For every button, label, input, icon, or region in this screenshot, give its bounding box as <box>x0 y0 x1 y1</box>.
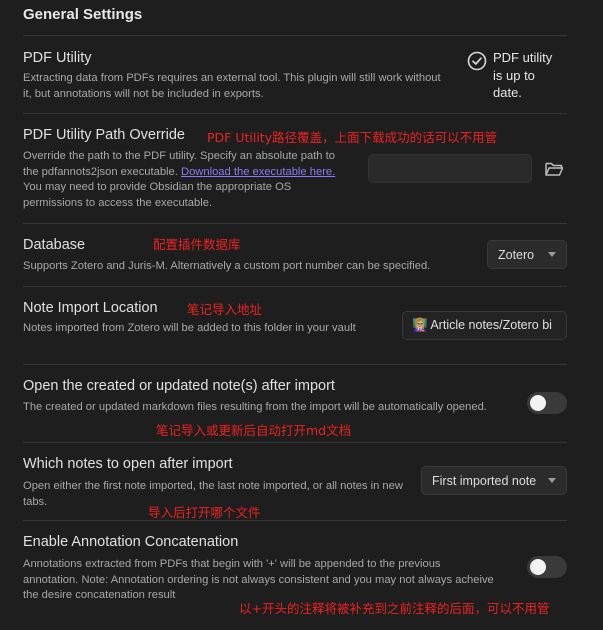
divider <box>23 442 567 443</box>
pdf-utility-status: PDF utility is up to date. <box>467 49 567 102</box>
setting-name-pdf-utility: PDF Utility <box>23 50 92 66</box>
divider <box>23 520 567 521</box>
database-select[interactable]: Zotero <box>487 240 567 269</box>
setting-name-concatenation: Enable Annotation Concatenation <box>23 534 239 550</box>
setting-name-which-notes: Which notes to open after import <box>23 456 233 472</box>
check-circle-icon <box>467 51 487 71</box>
annotation-note: 笔记导入地址 <box>187 302 263 317</box>
setting-name-note-import: Note Import Location <box>23 300 158 316</box>
folder-icon[interactable] <box>544 160 564 178</box>
setting-name-path-override: PDF Utility Path Override <box>23 127 185 143</box>
section-heading: General Settings <box>23 6 143 23</box>
divider <box>23 35 567 36</box>
setting-desc-pdf-utility: Extracting data from PDFs requires an ex… <box>23 72 441 100</box>
note-import-location-input[interactable]: 👩🏼‍🏫 Article notes/Zotero bi <box>402 311 567 340</box>
setting-desc-database: Supports Zotero and Juris-M. Alternative… <box>23 260 431 272</box>
setting-name-database: Database <box>23 237 86 253</box>
chevron-down-icon <box>548 252 556 257</box>
download-executable-link[interactable]: Download the executable here. <box>181 166 335 178</box>
setting-desc-open-after-import: The created or updated markdown files re… <box>23 401 487 413</box>
setting-desc-path-override: Override the path to the PDF utility. Sp… <box>23 150 336 209</box>
divider <box>23 364 567 365</box>
annotation-note: 以+开头的注释将被补充到之前注释的后面，可以不用管 <box>239 601 550 616</box>
divider <box>23 113 567 114</box>
chevron-down-icon <box>548 478 556 483</box>
setting-desc-note-import: Notes imported from Zotero will be added… <box>23 322 356 334</box>
annotation-note: 配置插件数据库 <box>153 237 241 252</box>
setting-desc-concatenation: Annotations extracted from PDFs that beg… <box>23 558 494 601</box>
open-after-import-toggle[interactable] <box>527 392 567 414</box>
pdf-utility-path-input[interactable] <box>368 154 532 183</box>
annotation-note: PDF Utility路径覆盖，上面下载成功的话可以不用管 <box>207 130 498 145</box>
toggle-knob <box>530 559 546 575</box>
toggle-knob <box>530 395 546 411</box>
concatenation-toggle[interactable] <box>527 556 567 578</box>
annotation-note: 笔记导入或更新后自动打开md文档 <box>156 423 352 438</box>
which-notes-select[interactable]: First imported note <box>421 466 567 495</box>
annotation-note: 导入后打开哪个文件 <box>148 505 261 520</box>
divider <box>23 286 567 287</box>
divider <box>23 223 567 224</box>
setting-name-open-after-import: Open the created or updated note(s) afte… <box>23 378 335 394</box>
pdf-utility-status-text: PDF utility is up to date. <box>493 50 553 100</box>
